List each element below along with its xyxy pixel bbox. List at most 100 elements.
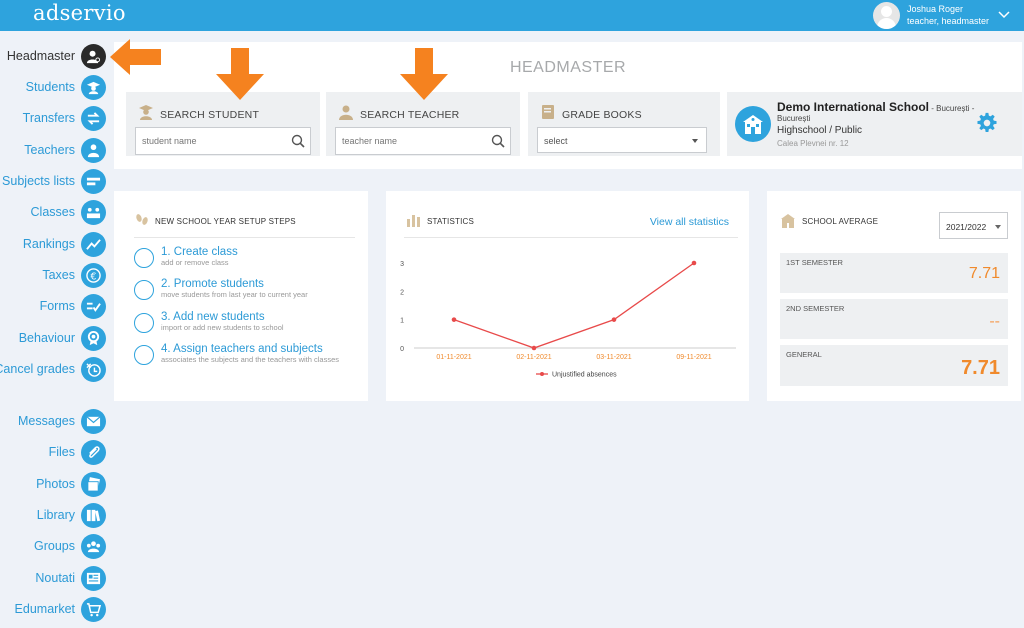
divider <box>134 237 355 238</box>
grade-books-card: GRADE BOOKS select <box>528 92 720 156</box>
sidebar-item-transfers[interactable]: Transfers <box>0 105 110 133</box>
student-icon <box>139 105 153 120</box>
sidebar-item-label: Messages <box>18 414 75 428</box>
envelope-icon <box>81 409 106 434</box>
grade-books-title: GRADE BOOKS <box>562 109 642 121</box>
step-circle-icon <box>134 248 154 268</box>
photos-icon <box>81 472 106 497</box>
sidebar-item-headmaster[interactable]: Headmaster <box>0 43 110 71</box>
sidebar-item-library[interactable]: Library <box>0 502 110 530</box>
sidebar-item-label: Cancel grades <box>0 362 75 376</box>
setup-steps-panel: NEW SCHOOL YEAR SETUP STEPS 1. Create cl… <box>114 191 368 401</box>
sidebar-item-label: Subjects lists <box>2 174 75 188</box>
list-icon <box>81 169 106 194</box>
svg-text:€: € <box>91 271 97 282</box>
average-row-2nd-semester: 2ND SEMESTER -- <box>780 299 1008 339</box>
app-logo[interactable]: adservio <box>33 1 126 25</box>
medal-icon <box>81 326 106 351</box>
sidebar-item-noutati[interactable]: Noutati <box>0 565 110 593</box>
teacher-icon <box>339 105 353 120</box>
statistics-panel: STATISTICS View all statistics 0 1 2 3 01-11… <box>386 191 749 401</box>
student-search-input[interactable] <box>136 128 276 154</box>
teacher-search-field <box>335 127 511 155</box>
step-assign-teachers[interactable]: 4. Assign teachers and subjects associat… <box>134 343 359 375</box>
chevron-down-icon[interactable] <box>997 7 1011 21</box>
step-title[interactable]: 1. Create class <box>161 246 238 258</box>
average-label: 2ND SEMESTER <box>786 304 845 313</box>
y-tick-label: 0 <box>400 346 404 353</box>
sidebar-item-label: Forms <box>39 299 75 313</box>
search-teacher-title: SEARCH TEACHER <box>360 109 460 121</box>
school-city-line: București <box>777 114 811 123</box>
student-search-field <box>135 127 311 155</box>
top-bar: adservio Joshua Roger teacher, headmaste… <box>0 0 1024 31</box>
sidebar-item-forms[interactable]: Forms <box>0 293 110 321</box>
average-value: 7.71 <box>968 265 1000 282</box>
search-icon[interactable] <box>491 134 505 148</box>
step-title[interactable]: 4. Assign teachers and subjects <box>161 343 323 355</box>
teacher-search-input[interactable] <box>336 128 476 154</box>
sidebar-item-edumarket[interactable]: Edumarket <box>0 596 110 624</box>
grade-books-select[interactable]: select <box>537 127 707 153</box>
average-label: GENERAL <box>786 350 822 359</box>
average-value: 7.71 <box>961 357 1000 379</box>
user-avatar[interactable] <box>873 2 900 29</box>
x-tick-label: 03-11-2021 <box>596 354 631 361</box>
sidebar-item-label: Files <box>48 445 75 459</box>
school-type: Highschool / Public <box>777 125 863 136</box>
sidebar-item-cancel-grades[interactable]: Cancel grades <box>0 356 110 384</box>
step-circle-icon <box>134 280 154 300</box>
school-average-title: SCHOOL AVERAGE <box>802 217 879 226</box>
step-title[interactable]: 3. Add new students <box>161 311 265 323</box>
sidebar-item-classes[interactable]: Classes <box>0 199 110 227</box>
absences-line-chart: 0 1 2 3 01-11-2021 02-11-2021 03-11-2021 09-11-… <box>400 260 736 379</box>
euro-icon: € <box>81 263 106 288</box>
headmaster-icon <box>81 44 106 69</box>
sidebar-item-students[interactable]: Students <box>0 74 110 102</box>
trend-icon <box>81 232 106 257</box>
school-name[interactable]: Demo International School <box>777 100 929 114</box>
sidebar-item-photos[interactable]: Photos <box>0 471 110 499</box>
sidebar-item-taxes[interactable]: Taxes € <box>0 262 110 290</box>
sidebar-item-messages[interactable]: Messages <box>0 408 110 436</box>
gear-icon[interactable] <box>976 112 998 134</box>
data-point <box>531 345 537 351</box>
sidebar-item-label: Noutati <box>35 571 75 585</box>
classroom-icon <box>81 200 106 225</box>
school-building-icon <box>735 106 771 142</box>
sidebar-item-rankings[interactable]: Rankings <box>0 231 110 259</box>
grade-books-selected: select <box>544 136 568 146</box>
caret-down-icon <box>692 139 698 143</box>
user-role: teacher, headmaster <box>907 16 990 26</box>
average-row-1st-semester: 1ST SEMESTER 7.71 <box>780 253 1008 293</box>
step-add-new-students[interactable]: 3. Add new students import or add new st… <box>134 311 359 343</box>
arrow-down-pointer-icon <box>400 48 448 100</box>
data-point <box>611 317 617 322</box>
school-year-select[interactable]: 2021/2022 <box>939 212 1008 239</box>
step-create-class[interactable]: 1. Create class add or remove class <box>134 246 359 278</box>
x-tick-label: 01-11-2021 <box>436 354 471 361</box>
step-promote-students[interactable]: 2. Promote students move students from l… <box>134 278 359 310</box>
school-city: - București - <box>929 104 975 113</box>
statistics-title: STATISTICS <box>427 217 475 226</box>
sidebar-item-teachers[interactable]: Teachers <box>0 137 110 165</box>
teacher-icon <box>81 138 106 163</box>
search-icon[interactable] <box>291 134 305 148</box>
books-icon <box>81 503 106 528</box>
average-row-general: GENERAL 7.71 <box>780 345 1008 386</box>
footsteps-icon <box>136 214 148 225</box>
user-name[interactable]: Joshua Roger <box>907 4 963 14</box>
x-tick-label: 02-11-2021 <box>516 354 551 361</box>
sidebar-item-groups[interactable]: Groups <box>0 533 110 561</box>
school-card: Demo International School - București - … <box>727 92 1022 156</box>
sidebar-item-label: Behaviour <box>18 331 75 345</box>
view-all-statistics-link[interactable]: View all statistics <box>650 216 729 228</box>
sidebar-item-files[interactable]: Files <box>0 439 110 467</box>
legend-label: Unjustified absences <box>552 372 617 379</box>
step-title[interactable]: 2. Promote students <box>161 278 264 290</box>
average-value: -- <box>989 313 1000 330</box>
sidebar-item-label: Edumarket <box>14 602 75 616</box>
sidebar-item-behaviour[interactable]: Behaviour <box>0 325 110 353</box>
group-icon <box>81 534 106 559</box>
sidebar-item-subjects-lists[interactable]: Subjects lists <box>0 168 110 196</box>
